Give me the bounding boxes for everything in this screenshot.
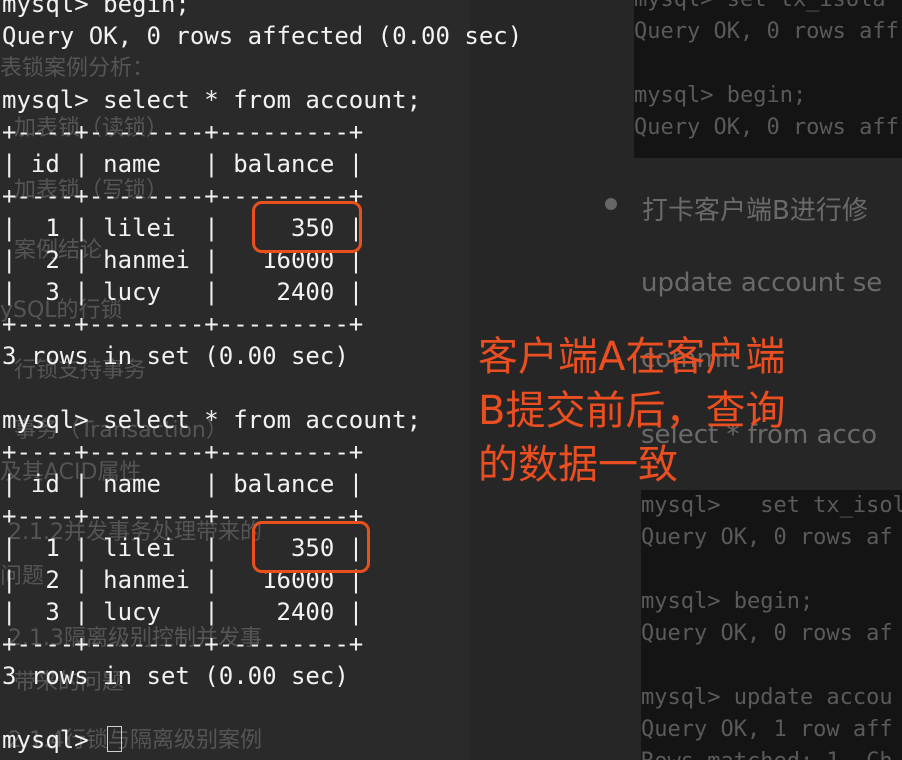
terminal-prompt[interactable]: mysql> [2, 724, 123, 756]
annotation-line: 客户端A在客户端 [478, 334, 786, 380]
highlight-box-first-balance [252, 201, 362, 253]
terminal-window[interactable]: mysql> begin; Query OK, 0 rows affected … [0, 0, 522, 760]
terminal-line: | id | name | balance | [2, 150, 364, 178]
doc-code-text-update: update account se [641, 268, 883, 298]
terminal-line: 3 rows in set (0.00 sec) [2, 342, 349, 370]
terminal-line: +----+--------+---------+ [2, 310, 364, 338]
bullet-icon [605, 198, 617, 210]
highlight-box-second-balance [252, 521, 370, 573]
annotation-text: 客户端A在客户端 B提交前后，查询 的数据一致 [478, 330, 785, 492]
terminal-line: +----+--------+---------+ [2, 438, 364, 466]
cursor-icon [107, 726, 123, 752]
terminal-line: +----+--------+---------+ [2, 118, 364, 146]
terminal-line: | id | name | balance | [2, 470, 364, 498]
annotation-line: B提交前后，查询 [478, 388, 786, 434]
code-snippet-top: mysql> set tx_isola Query OK, 0 rows aff… [634, 0, 902, 158]
terminal-line: mysql> begin; [2, 0, 190, 18]
annotation-line: 的数据一致 [478, 442, 678, 488]
terminal-line: 3 rows in set (0.00 sec) [2, 662, 349, 690]
terminal-line: | 3 | lucy | 2400 | [2, 598, 364, 626]
terminal-line: mysql> select * from account; [2, 86, 422, 114]
terminal-line: mysql> select * from account; [2, 406, 422, 434]
terminal-line: Query OK, 0 rows affected (0.00 sec) [2, 22, 523, 50]
prompt-text: mysql> [2, 726, 104, 754]
terminal-line: +----+--------+---------+ [2, 630, 364, 658]
code-snippet-bottom: mysql> set tx_isol Query OK, 0 rows af m… [641, 490, 902, 760]
doc-bullet-text: 打卡客户端B进行修 [642, 196, 868, 226]
terminal-line: | 3 | lucy | 2400 | [2, 278, 364, 306]
